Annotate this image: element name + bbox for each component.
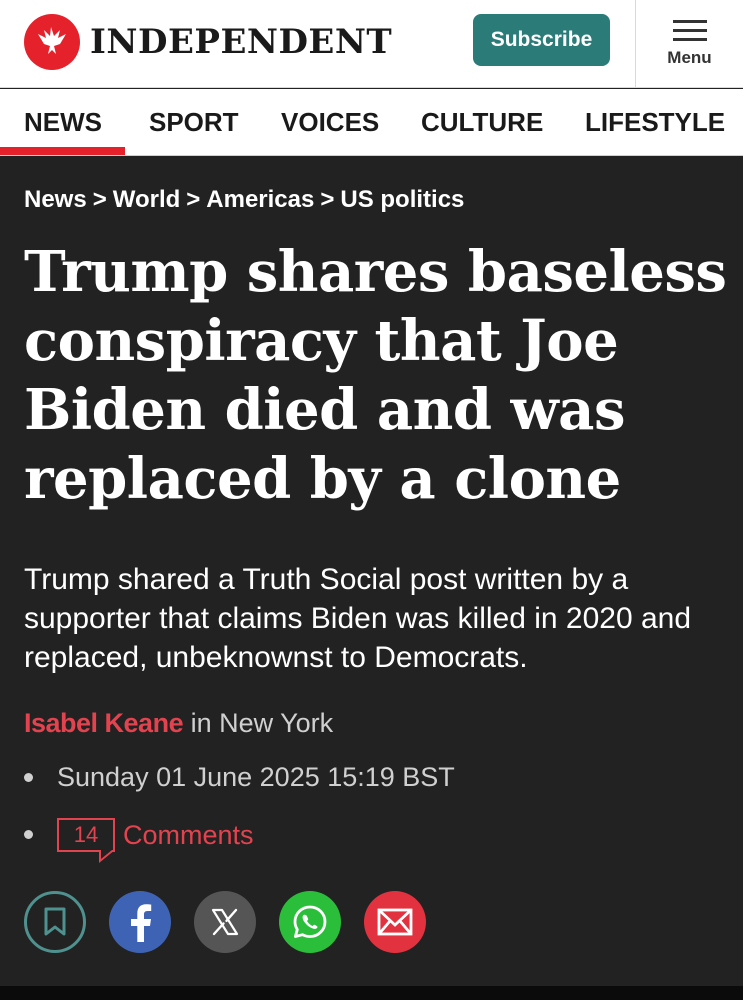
whatsapp-share-button[interactable] [279,891,341,953]
facebook-share-button[interactable] [109,891,171,953]
menu-label: Menu [667,48,712,67]
eagle-icon [24,14,80,70]
comments-link[interactable]: 14 Comments [24,818,254,868]
share-bar [24,891,449,953]
email-share-button[interactable] [364,891,426,953]
breadcrumb: News > World > Americas > US politics [24,186,464,214]
breadcrumb-separator: > [92,186,107,213]
x-icon [211,908,239,936]
publish-date: Sunday 01 June 2025 15:19 BST [57,762,455,792]
breadcrumb-news[interactable]: News [24,186,87,213]
subscribe-button[interactable]: Subscribe [473,14,610,66]
nav-item-voices[interactable]: VOICES [281,89,379,155]
facebook-icon [131,904,152,942]
comment-count: 14 [73,822,99,847]
bottom-strip [0,986,743,1000]
section-nav: NEWS SPORT VOICES CULTURE LIFESTYLE [0,89,743,156]
bookmark-icon [44,907,66,936]
email-icon [377,908,413,936]
byline: Isabel Keane in New York [24,708,333,739]
breadcrumb-separator: > [320,186,335,213]
author-link[interactable]: Isabel Keane [24,708,184,738]
site-header: INDEPENDENT Subscribe Menu [0,0,743,88]
nav-item-lifestyle[interactable]: LIFESTYLE [585,89,725,155]
breadcrumb-americas[interactable]: Americas [206,186,314,213]
bullet-icon [24,773,33,782]
nav-item-culture[interactable]: CULTURE [421,89,543,155]
nav-active-indicator [0,147,125,155]
comment-bubble-icon: 14 [57,818,115,863]
article-standfirst: Trump shared a Truth Social post written… [24,563,692,674]
breadcrumb-world[interactable]: World [113,186,181,213]
site-logo[interactable]: INDEPENDENT [24,14,392,70]
publish-date-row: Sunday 01 June 2025 15:19 BST [24,762,455,793]
breadcrumb-separator: > [186,186,201,213]
comments-label[interactable]: Comments [123,818,254,852]
article-headline: Trump shares baseless conspiracy that Jo… [24,239,727,512]
nav-item-sport[interactable]: SPORT [149,89,239,155]
comment-bubble-tail-inner [101,850,112,859]
breadcrumb-us-politics[interactable]: US politics [340,186,464,213]
hamburger-icon [672,20,707,41]
bookmark-button[interactable] [24,891,86,953]
menu-button[interactable]: Menu [636,0,743,88]
nav-item-news[interactable]: NEWS [24,89,102,155]
brand-wordmark: INDEPENDENT [90,22,393,62]
x-share-button[interactable] [194,891,256,953]
byline-location: in New York [183,708,334,738]
bullet-icon [24,830,33,839]
whatsapp-icon [293,905,327,938]
